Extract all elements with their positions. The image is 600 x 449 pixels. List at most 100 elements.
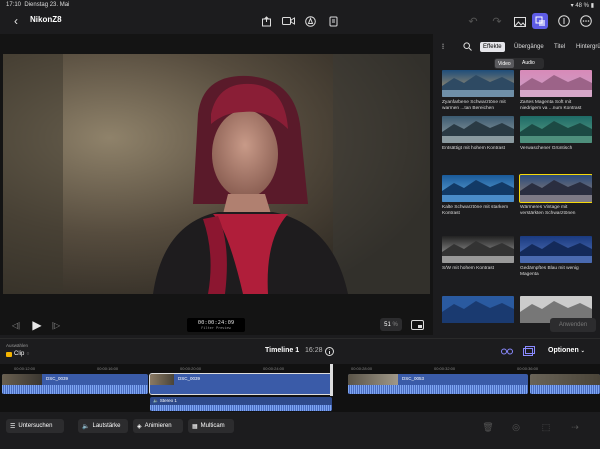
inspector-icon[interactable]: [557, 14, 571, 28]
timeline-header: Auswählen Clip ○ Timeline 1 16:28 Option…: [0, 338, 600, 364]
clip-waveform: [530, 385, 600, 394]
voiceover-icon[interactable]: [326, 14, 340, 28]
effect-label: Verwaschener Grüntisch: [520, 146, 573, 151]
clip-audio-icon[interactable]: [522, 345, 536, 357]
volume-button[interactable]: 🔈 Lautstärke: [78, 419, 128, 433]
effect-tile[interactable]: [442, 296, 514, 323]
options-label: Optionen: [548, 347, 579, 354]
timeline-name[interactable]: Timeline 1: [265, 347, 299, 354]
effects-browser-icon[interactable]: [532, 13, 548, 29]
video-clip-selected[interactable]: DSC_0039: [149, 373, 333, 395]
play-icon[interactable]: ▶: [30, 318, 44, 332]
video-clip[interactable]: [530, 374, 600, 394]
redo-icon[interactable]: ↷: [490, 14, 504, 28]
audio-clip-name: Stereo 1: [159, 398, 177, 403]
clip-waveform: [348, 385, 528, 394]
info-icon[interactable]: [324, 346, 334, 356]
effect-label: Zartes Magenta Soft mit niedrigem va ...…: [520, 100, 582, 111]
tab-titles[interactable]: Titel: [551, 42, 568, 52]
apply-button[interactable]: Anwenden: [550, 318, 596, 332]
bottom-toolbar: ☰ Untersuchen 🔈 Lautstärke ◈ Animieren ▦ Mul…: [0, 412, 600, 449]
split-icon[interactable]: ◎: [510, 421, 522, 433]
video-preview[interactable]: [3, 54, 430, 294]
clip-selector-label: Clip: [14, 351, 25, 357]
camera-icon[interactable]: [280, 14, 296, 28]
effect-tile[interactable]: Kalte Schwarztöne mit starkem Kontrast: [442, 175, 514, 217]
effect-label: Wärmeres Vintage mit verstärkten Schwarz…: [520, 205, 576, 216]
share-icon[interactable]: [259, 14, 273, 28]
keyframe-icon: ◈: [137, 423, 142, 430]
inspect-label: Untersuchen: [18, 423, 53, 429]
segment-audio[interactable]: Audio: [522, 60, 535, 66]
effect-thumbnail: [519, 174, 592, 203]
tab-backgrounds[interactable]: Hintergrü: [573, 42, 600, 52]
options-button[interactable]: Optionen ⌄: [548, 347, 585, 354]
effect-tile[interactable]: Zartes Magenta Soft mit niedrigem va ...…: [520, 70, 592, 112]
previous-frame-icon[interactable]: ◁|: [10, 319, 22, 331]
ruler-tick: 00:00:16:00: [97, 366, 119, 371]
audio-waveform: [150, 405, 332, 411]
clip-filmstrip: [348, 374, 398, 385]
portrait-image: [3, 54, 430, 294]
photos-icon[interactable]: [512, 14, 527, 29]
animate-button[interactable]: ◈ Animieren: [133, 419, 183, 433]
video-clip[interactable]: DSC_0053: [348, 374, 528, 394]
list-icon: ☰: [10, 423, 16, 430]
search-icon[interactable]: [462, 40, 472, 52]
snapping-icon[interactable]: [500, 345, 514, 357]
video-clip[interactable]: DSC_0039: [2, 374, 148, 394]
timeline[interactable]: 00:00:12:00 00:00:16:00 00:00:20:00 00:0…: [0, 364, 600, 412]
effects-browser: ⁝ Effekte Übergänge Titel Hintergrü Vide…: [436, 34, 600, 335]
media-type-segmented: Video Audio: [494, 58, 544, 69]
ruler-tick: 00:00:24:00: [263, 366, 285, 371]
next-frame-icon[interactable]: |▷: [50, 319, 62, 331]
volume-label: Lautstärke: [92, 423, 121, 429]
tab-transitions[interactable]: Übergänge: [511, 42, 547, 52]
effect-thumbnail: [442, 70, 514, 97]
timeline-duration: 16:28: [305, 347, 323, 354]
multicam-label: Multicam: [200, 423, 225, 429]
effect-thumbnail: [520, 70, 592, 97]
clip-waveform: [2, 385, 148, 394]
clip-name: DSC_0053: [402, 376, 425, 381]
timecode-display[interactable]: 00:00:24:09 Filter Preview: [187, 318, 245, 332]
selection-caption: Auswählen: [6, 343, 29, 348]
timecode-subtitle: Filter Preview: [201, 326, 231, 330]
playhead[interactable]: [330, 364, 333, 396]
effect-tile[interactable]: Zyanfarbene Schwarztöne mit warmen ...ta…: [442, 70, 514, 112]
inspect-button[interactable]: ☰ Untersuchen: [6, 419, 64, 433]
effect-tile[interactable]: Gedämpftes Blau mit wenig Magenta: [520, 236, 592, 278]
clip-filmstrip: [150, 374, 174, 385]
effect-label: S/W mit hohem Kontrast: [442, 266, 494, 271]
effect-tile-selected[interactable]: Wärmeres Vintage mit verstärkten Schwarz…: [519, 174, 592, 217]
browser-tabs: ⁝ Effekte Übergänge Titel Hintergrü: [436, 38, 600, 54]
effect-tile[interactable]: S/W mit hohem Kontrast: [442, 236, 514, 272]
clip-filmstrip: [530, 374, 600, 385]
detach-icon[interactable]: ⬚: [540, 421, 552, 433]
tab-effects[interactable]: Effekte: [480, 42, 505, 52]
effect-tile[interactable]: Entsättigt mit hohem Kontrast: [442, 116, 514, 152]
status-battery: ▾ 48 % ▮: [570, 3, 594, 9]
undo-icon[interactable]: ↶: [466, 14, 480, 28]
zoom-level[interactable]: 51 %: [380, 318, 402, 331]
ruler-tick: 00:00:36:00: [517, 366, 539, 371]
effect-thumbnail: [520, 116, 592, 143]
multicam-button[interactable]: ▦ Multicam: [188, 419, 234, 433]
audio-clip[interactable]: 🔈 Stereo 1: [150, 397, 332, 411]
timeline-ruler: 00:00:12:00 00:00:16:00 00:00:20:00 00:0…: [0, 364, 600, 373]
effect-label: Entsättigt mit hohem Kontrast: [442, 146, 505, 151]
clip-selector[interactable]: Clip ○: [6, 351, 29, 357]
effect-tile[interactable]: Verwaschener Grüntisch: [520, 116, 592, 152]
status-time-date: 17:10 Dienstag 23. Mai: [6, 2, 70, 8]
back-chevron-icon[interactable]: ‹: [10, 14, 22, 28]
zoom-unit: %: [392, 321, 398, 328]
speed-icon[interactable]: ⇢: [568, 421, 582, 433]
zoom-value: 51: [384, 321, 391, 328]
sidebar-toggle-icon[interactable]: ⁝: [438, 40, 448, 52]
ruler-tick: 00:00:20:00: [180, 366, 202, 371]
pen-icon[interactable]: [303, 14, 317, 28]
segment-video[interactable]: Video: [495, 59, 514, 68]
viewer-layout-icon[interactable]: [410, 318, 424, 331]
trash-icon[interactable]: 🗑: [482, 421, 494, 433]
more-options-icon[interactable]: [579, 14, 593, 28]
